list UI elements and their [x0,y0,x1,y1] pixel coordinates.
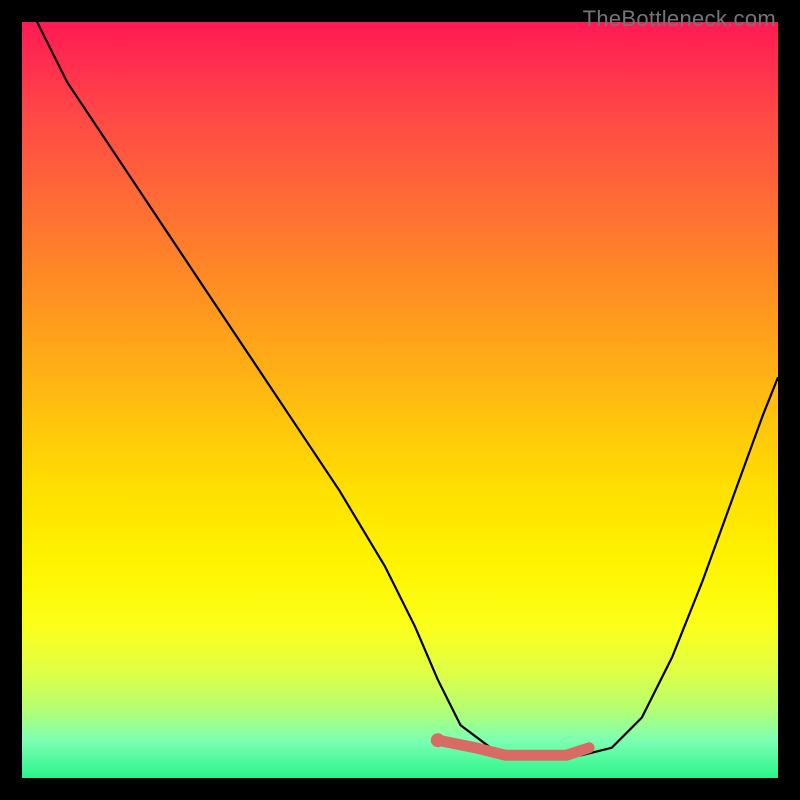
highlight-range [438,740,589,755]
highlight-dot [431,733,445,747]
chart-plot-area [22,22,778,778]
watermark-text: TheBottleneck.com [583,6,776,32]
chart-svg [22,22,778,778]
bottleneck-curve [37,22,778,755]
